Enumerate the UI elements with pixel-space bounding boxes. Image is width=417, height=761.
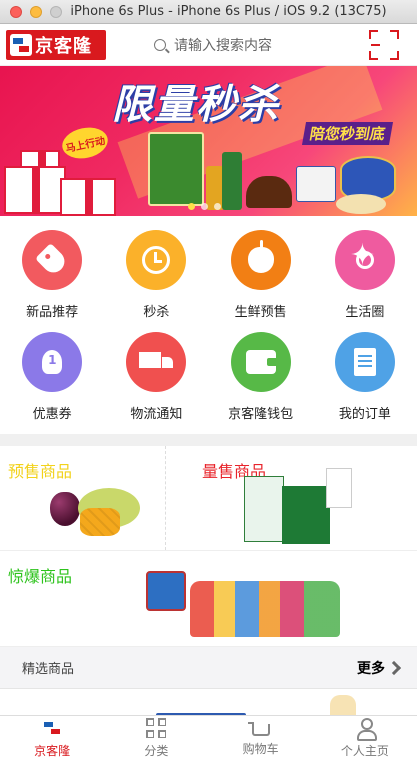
category-logistics[interactable]: 物流通知 xyxy=(104,332,208,428)
cart-icon xyxy=(247,722,270,736)
category-icon-circle xyxy=(334,230,395,290)
window-titlebar: iPhone 6s Plus - iPhone 6s Plus / iOS 9.… xyxy=(0,0,417,24)
tab-home[interactable]: 京客隆 xyxy=(0,716,104,761)
category-icon-circle xyxy=(334,332,395,392)
hot-goods-title: 惊爆商品 xyxy=(8,567,73,586)
search-icon xyxy=(154,38,166,51)
user-icon xyxy=(356,718,377,741)
mango-image xyxy=(80,508,120,536)
tab-label: 分类 xyxy=(144,744,169,758)
category-flash-sale[interactable]: 秒杀 xyxy=(104,230,208,326)
clock-icon xyxy=(142,246,171,274)
logo-mark-icon xyxy=(10,33,32,56)
volume-goods-panel[interactable]: 量售商品 xyxy=(166,446,417,550)
wallet-icon xyxy=(245,350,276,374)
tab-label: 购物车 xyxy=(242,742,279,756)
category-my-orders[interactable]: 我的订单 xyxy=(313,332,417,428)
category-wallet[interactable]: 京客隆钱包 xyxy=(209,332,313,428)
tab-cart[interactable]: 购物车 xyxy=(209,716,313,761)
truck-icon xyxy=(139,352,174,372)
milk-case-image xyxy=(244,476,284,542)
more-label: 更多 xyxy=(357,660,385,677)
banner-page-indicator[interactable] xyxy=(188,203,221,210)
wine-bottle-image xyxy=(222,152,242,210)
category-icon-circle xyxy=(22,332,83,392)
page-dot[interactable] xyxy=(214,203,221,210)
brand-logo-text: 京客隆 xyxy=(35,35,92,57)
chevron-right-icon xyxy=(386,660,402,675)
category-coupons[interactable]: 优惠券 xyxy=(0,332,104,428)
category-label: 生鲜预售 xyxy=(234,305,287,320)
minimize-window-button[interactable] xyxy=(30,5,42,18)
banner-title: 限量秒杀 xyxy=(112,82,280,128)
section-divider xyxy=(0,434,417,446)
category-icon-circle xyxy=(126,230,187,290)
home-logo-icon xyxy=(42,718,62,738)
shopping-cart-image xyxy=(146,571,186,611)
promo-banner[interactable]: 限量秒杀 陪您秒到底 马上行动 xyxy=(0,66,417,216)
grid-icon xyxy=(146,718,167,738)
gift-box-image xyxy=(4,166,66,214)
medal-icon xyxy=(42,350,63,374)
category-icon-circle xyxy=(22,230,83,290)
search-bar[interactable]: 请输入搜索内容 xyxy=(106,35,369,55)
window-title: iPhone 6s Plus - iPhone 6s Plus / iOS 9.… xyxy=(70,4,387,19)
tab-label: 个人主页 xyxy=(340,744,389,758)
zoom-window-button[interactable] xyxy=(50,5,62,18)
snack-box-image xyxy=(296,166,336,202)
chocolate-image xyxy=(246,176,292,208)
banner-badge: 马上行动 xyxy=(59,123,111,163)
qr-scan-icon[interactable] xyxy=(369,29,399,60)
cookies-image xyxy=(336,194,386,214)
close-window-button[interactable] xyxy=(10,5,22,18)
tab-label: 京客隆 xyxy=(34,744,71,758)
featured-section-header: 精选商品 更多 xyxy=(0,647,417,689)
app-header: 京客隆 请输入搜索内容 xyxy=(0,24,417,66)
category-fresh-presale[interactable]: 生鲜预售 xyxy=(209,230,313,326)
category-label: 京客隆钱包 xyxy=(228,407,294,422)
featured-section-title: 精选商品 xyxy=(22,662,75,677)
hot-goods-panel[interactable]: 惊爆商品 xyxy=(0,551,417,647)
tab-profile[interactable]: 个人主页 xyxy=(313,716,417,761)
document-icon xyxy=(353,348,376,376)
presale-goods-title: 预售商品 xyxy=(8,462,73,481)
category-label: 物流通知 xyxy=(130,407,183,422)
category-label: 新品推荐 xyxy=(26,305,79,320)
milk-box-image xyxy=(326,468,352,508)
window-controls xyxy=(0,5,62,18)
tag-icon xyxy=(35,243,70,277)
category-label: 秒杀 xyxy=(143,305,170,320)
banner-subtitle: 陪您秒到底 xyxy=(301,122,394,145)
gift-box-image xyxy=(60,178,116,216)
simulator-window: iPhone 6s Plus - iPhone 6s Plus / iOS 9.… xyxy=(0,0,417,761)
grape-image xyxy=(50,492,80,526)
category-icon-circle xyxy=(230,332,291,392)
brand-logo[interactable]: 京客隆 xyxy=(6,29,106,60)
search-placeholder: 请输入搜索内容 xyxy=(174,37,272,54)
category-label: 生活圈 xyxy=(345,305,385,320)
more-link[interactable]: 更多 xyxy=(357,658,402,678)
compass-icon xyxy=(350,238,375,273)
grocery-pile-image xyxy=(190,581,340,637)
category-grid: 新品推荐 秒杀 生鲜预售 生活圈 优惠券 xyxy=(0,216,417,428)
rice-bag-image xyxy=(148,132,204,206)
category-icon-circle xyxy=(126,332,187,392)
category-icon-circle xyxy=(230,230,291,290)
page-dot[interactable] xyxy=(188,203,195,210)
presale-goods-panel[interactable]: 预售商品 xyxy=(0,446,166,550)
goods-panels: 预售商品 量售商品 xyxy=(0,446,417,551)
category-label: 我的订单 xyxy=(338,407,391,422)
milk-case-image xyxy=(282,486,330,544)
category-new-products[interactable]: 新品推荐 xyxy=(0,230,104,326)
bottom-tab-bar: 京客隆 分类 购物车 个人主页 xyxy=(0,715,417,761)
page-dot[interactable] xyxy=(201,203,208,210)
apple-icon xyxy=(247,240,274,273)
category-label: 优惠券 xyxy=(32,407,72,422)
tab-category[interactable]: 分类 xyxy=(104,716,208,761)
category-life-circle[interactable]: 生活圈 xyxy=(313,230,417,326)
